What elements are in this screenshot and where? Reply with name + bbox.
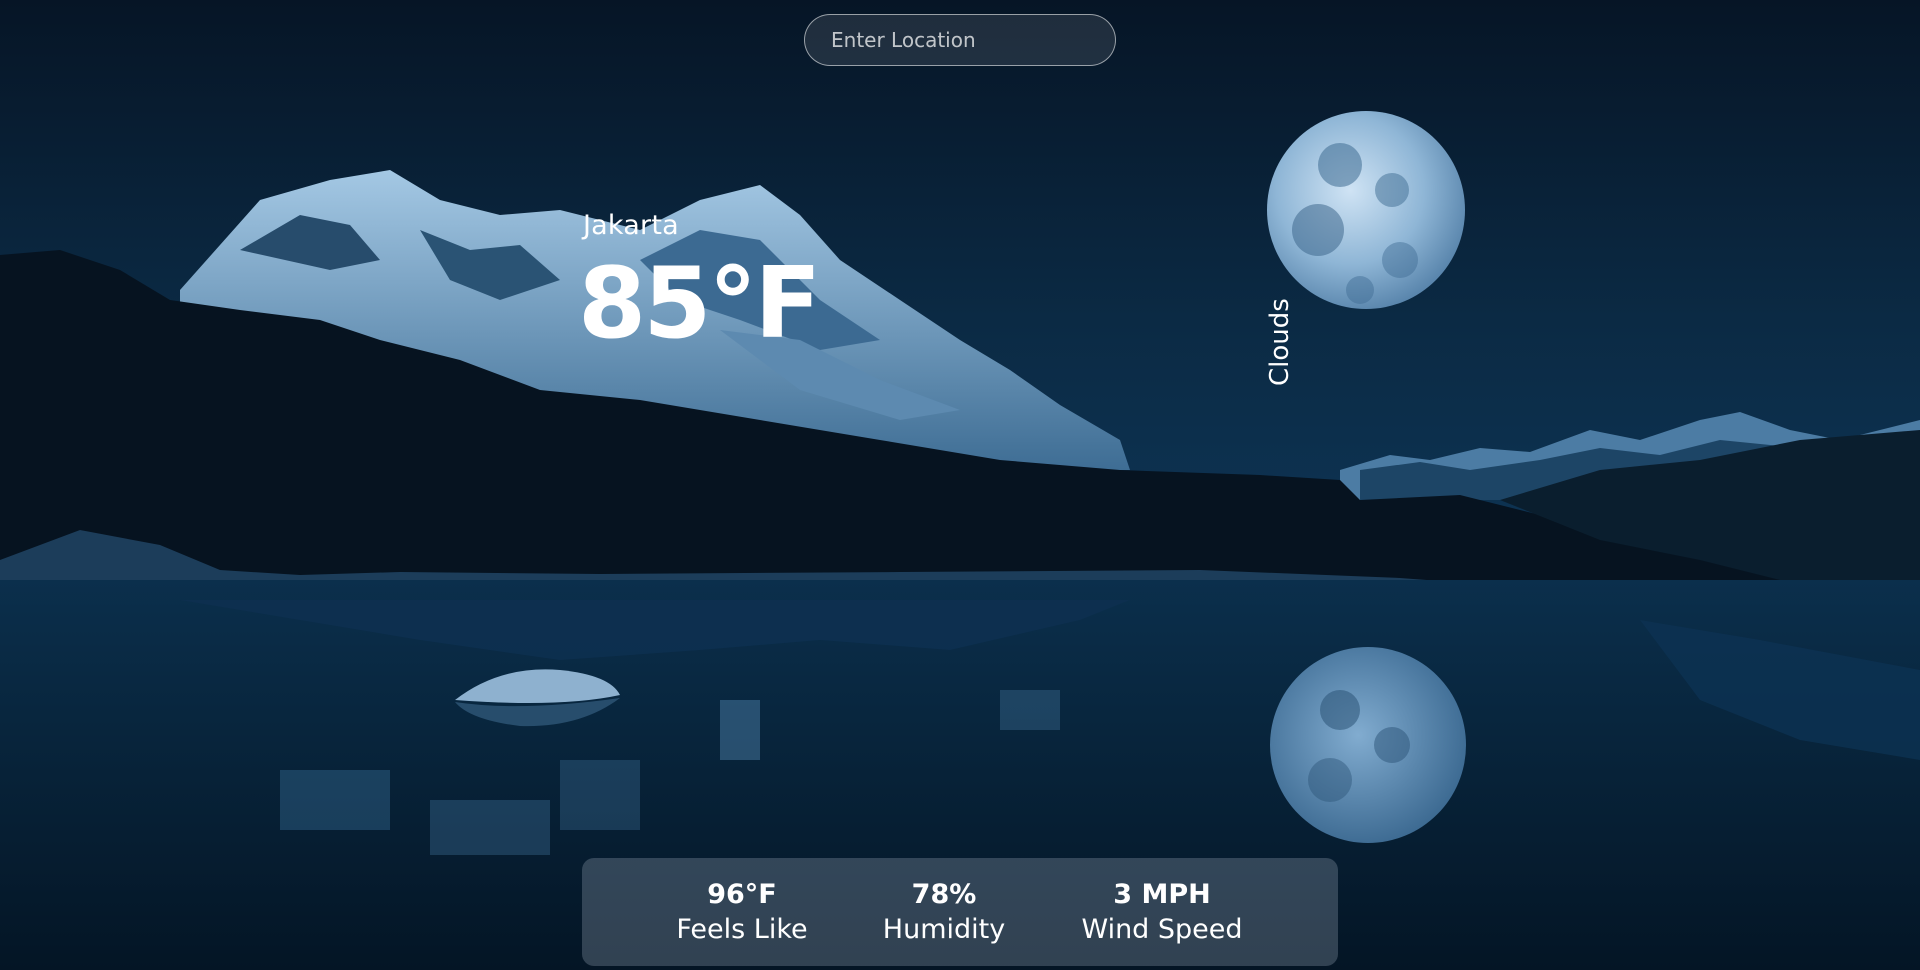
feels-like-label: Feels Like bbox=[676, 914, 808, 945]
feels-like-value: 96°F bbox=[707, 879, 777, 910]
weather-stats-panel: 96°F Feels Like 78% Humidity 3 MPH Wind … bbox=[582, 858, 1338, 966]
feels-like-stat: 96°F Feels Like bbox=[676, 878, 807, 948]
wind-speed-label: Wind Speed bbox=[1081, 914, 1243, 945]
search-container bbox=[804, 14, 1116, 66]
city-name: Jakarta bbox=[583, 210, 679, 241]
humidity-label: Humidity bbox=[882, 914, 1006, 945]
location-search-input[interactable] bbox=[804, 14, 1116, 66]
humidity-stat: 78% Humidity bbox=[883, 878, 1005, 948]
wind-speed-value: 3 MPH bbox=[1113, 879, 1211, 910]
moon-reflection bbox=[1270, 647, 1466, 843]
humidity-value: 78% bbox=[911, 879, 977, 910]
background-scene bbox=[0, 0, 1920, 970]
current-temperature: 85°F bbox=[578, 247, 821, 361]
wind-speed-stat: 3 MPH Wind Speed bbox=[1081, 878, 1242, 948]
weather-description: Clouds bbox=[1265, 298, 1295, 386]
